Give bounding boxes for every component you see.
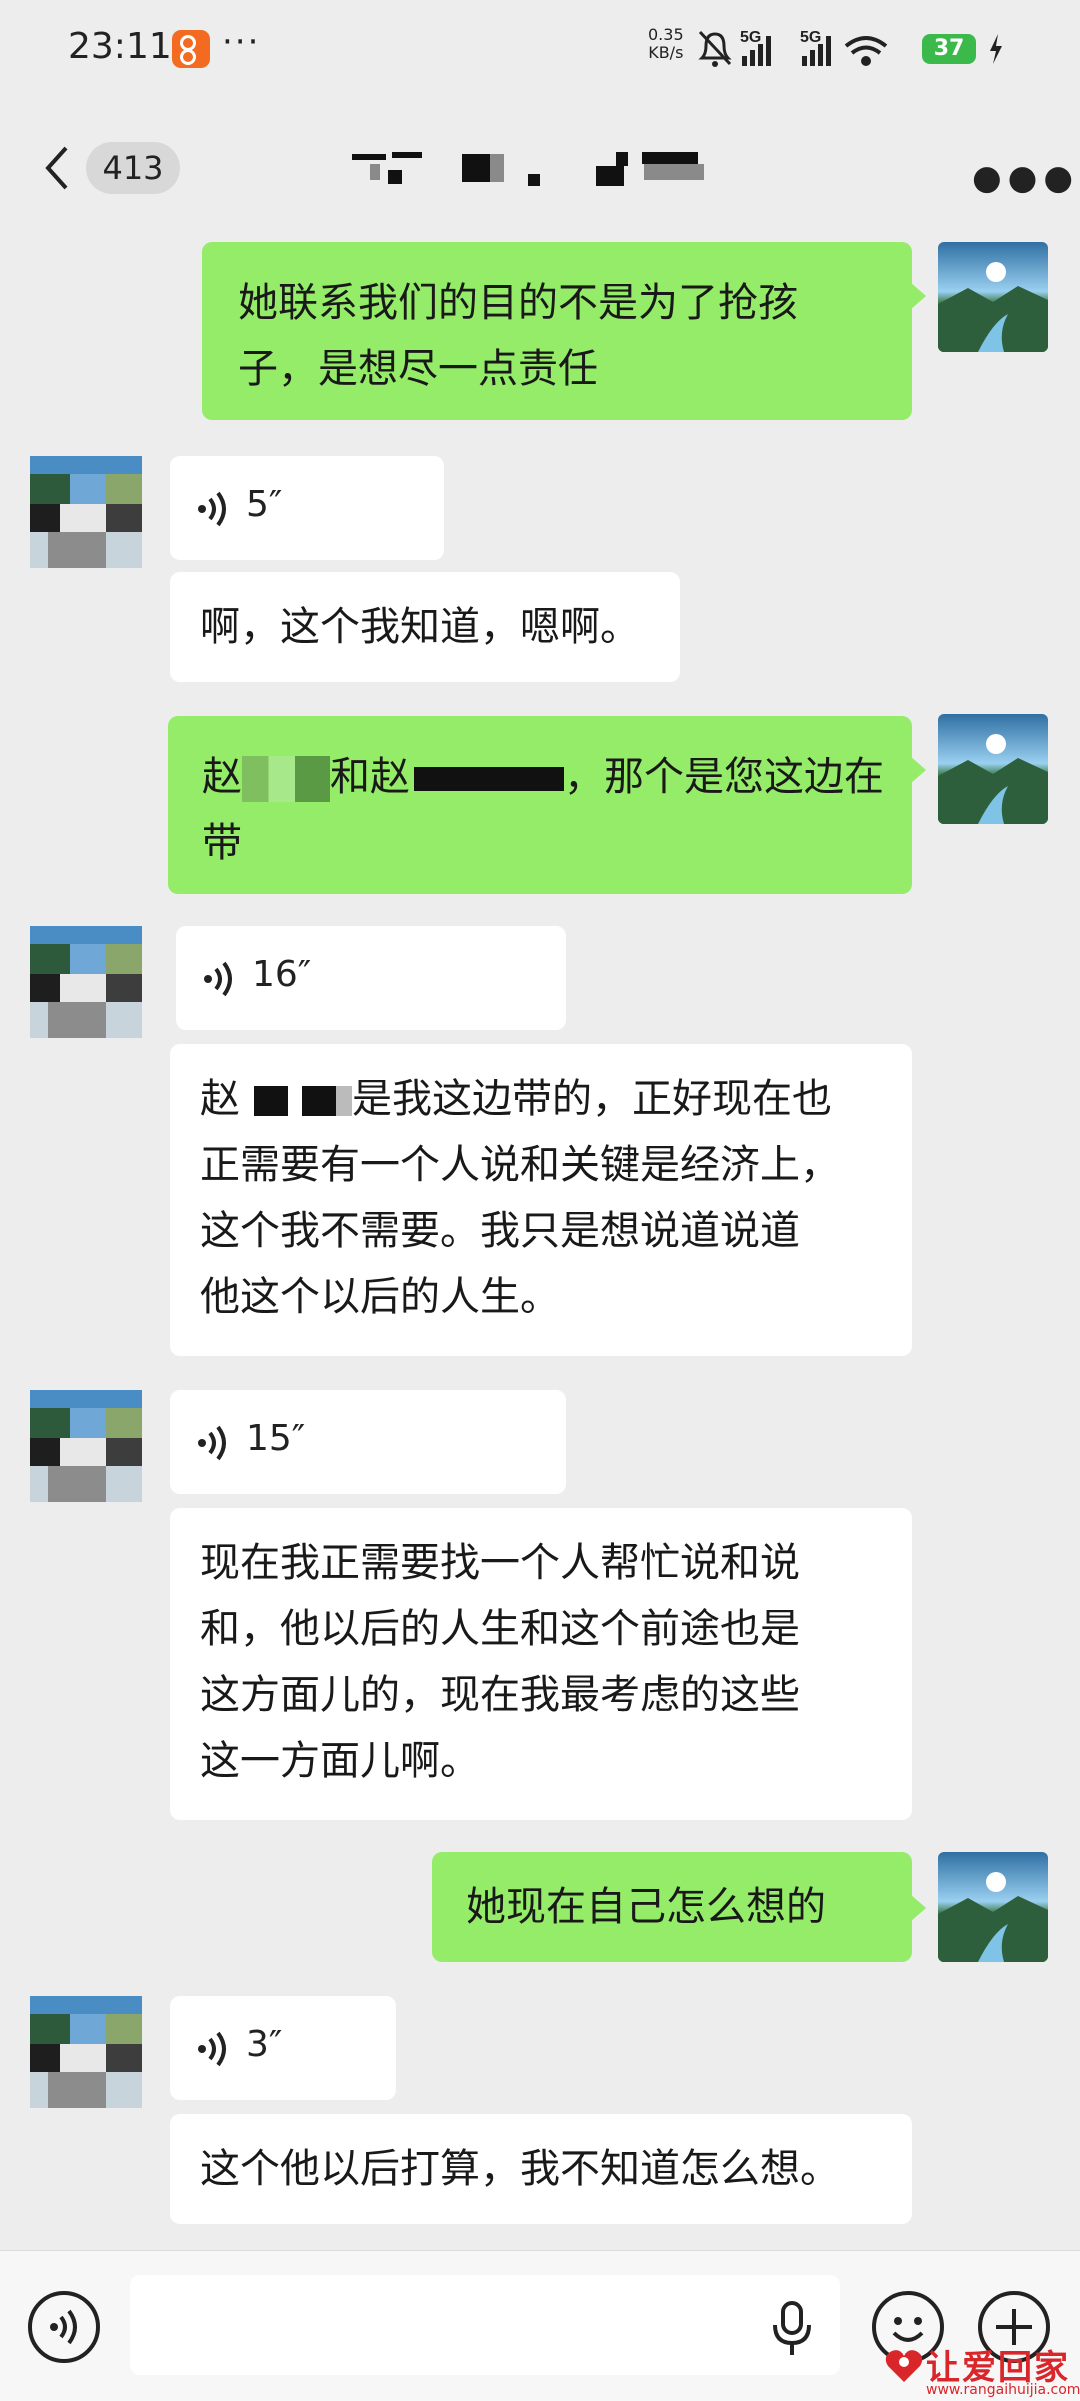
message-other-3[interactable]: 现在我正需要找一个人帮忙说和说 和，他以后的人生和这个前途也是 这方面儿的，现在… [170,1508,912,1820]
message-self-1[interactable]: 她联系我们的目的不是为了抢孩 子，是想尽一点责任 [202,242,912,420]
battery-indicator: 37 [922,34,976,64]
message-line: 和，他以后的人生和这个前途也是 [200,1606,800,1652]
voice-duration: 16″ [252,954,312,995]
self-avatar[interactable] [938,1852,1048,1962]
self-avatar[interactable] [938,714,1048,824]
message-line: 是我这边带的，正好现在也 [352,1076,832,1122]
status-icons: 5G 5G [698,29,888,67]
message-line: 她联系我们的目的不是为了抢孩 [238,280,798,326]
contact-avatar-pixelated[interactable] [30,1996,142,2108]
message-line: 这个他以后打算，我不知道怎么想。 [200,2146,840,2192]
message-input[interactable] [130,2275,840,2375]
message-line: 这一方面儿啊。 [200,1738,480,1784]
more-options-icon[interactable]: ●●● [972,158,1079,198]
bubble-tail [910,1894,926,1922]
network-speed: 0.35 KB/s [648,26,684,62]
message-line: 正需要有一个人说和关键是经济上， [200,1142,840,1188]
network-label-1: 5G [740,29,761,46]
message-other-4[interactable]: 这个他以后打算，我不知道怎么想。 [170,2114,912,2224]
watermark-url: www.rangaihuijia.com [926,2382,1080,2398]
network-speed-unit: KB/s [648,43,684,62]
message-line: 她现在自己怎么想的 [466,1884,826,1930]
message-self-3[interactable]: 她现在自己怎么想的 [432,1852,912,1962]
voice-duration: 15″ [246,1418,306,1459]
app-notification-icon [172,30,210,68]
chat-header: 413 ●●● [0,100,1080,236]
message-line: 带 [202,820,242,866]
charging-icon [990,34,1002,64]
message-line: 啊，这个我知道，嗯啊。 [200,604,640,650]
message-line: 现在我正需要找一个人帮忙说和说 [200,1540,800,1586]
voice-wave-icon [198,1425,226,1461]
voice-duration: 5″ [246,484,283,525]
microphone-icon[interactable] [770,2301,814,2357]
redaction-block [414,767,564,791]
voice-message[interactable]: 16″ [176,926,566,1030]
voice-wave-icon [198,491,226,527]
message-line: 他这个以后的人生。 [200,1274,560,1320]
voice-wave-icon [204,961,232,997]
network-label-2: 5G [800,29,821,46]
contact-avatar-pixelated[interactable] [30,456,142,568]
voice-message[interactable]: 3″ [170,1996,396,2100]
voice-duration: 3″ [246,2024,283,2065]
bubble-tail [910,282,926,310]
message-line: 子，是想尽一点责任 [238,346,598,392]
voice-wave-icon [50,2309,77,2345]
contact-avatar-pixelated[interactable] [30,1390,142,1502]
contact-avatar-pixelated[interactable] [30,926,142,1038]
wifi-icon [844,36,888,66]
message-other-1[interactable]: 啊，这个我知道，嗯啊。 [170,572,680,682]
message-self-2[interactable]: 赵 和赵 ，那个是您这边在 带 [168,716,912,894]
voice-input-toggle[interactable] [28,2291,100,2363]
watermark-logo: 让爱回家 www.rangaihuijia.com [880,2340,1080,2400]
more-notifications-icon: ··· [222,22,261,62]
redaction-block [254,1086,288,1116]
status-time: 23:11 [68,26,172,67]
bubble-tail [910,756,926,784]
network-speed-value: 0.35 [648,25,684,44]
self-avatar[interactable] [938,242,1048,352]
message-line: ，那个是您这边在 [564,754,884,800]
unread-count-badge[interactable]: 413 [86,142,180,194]
message-line: 这个我不需要。我只是想说道说道 [200,1208,800,1254]
redaction-block [302,1086,336,1116]
mute-bell-icon [698,30,732,67]
voice-wave-icon [198,2031,226,2067]
redaction-block [242,756,330,802]
status-bar: 23:11 ··· 0.35 KB/s 5G 5G 37 [0,0,1080,100]
redaction-block [336,1086,352,1116]
chat-title-redacted [352,148,722,196]
voice-message[interactable]: 15″ [170,1390,566,1494]
voice-message[interactable]: 5″ [170,456,444,560]
message-line: 和赵 [330,754,410,800]
back-chevron-icon[interactable] [42,144,72,192]
message-other-2[interactable]: 赵 是我这边带的，正好现在也 正需要有一个人说和关键是经济上， 这个我不需要。我只… [170,1044,912,1356]
message-line: 赵 [202,754,242,800]
heart-icon [885,2350,923,2382]
message-line: 这方面儿的，现在我最考虑的这些 [200,1672,800,1718]
message-line: 赵 [200,1076,240,1122]
